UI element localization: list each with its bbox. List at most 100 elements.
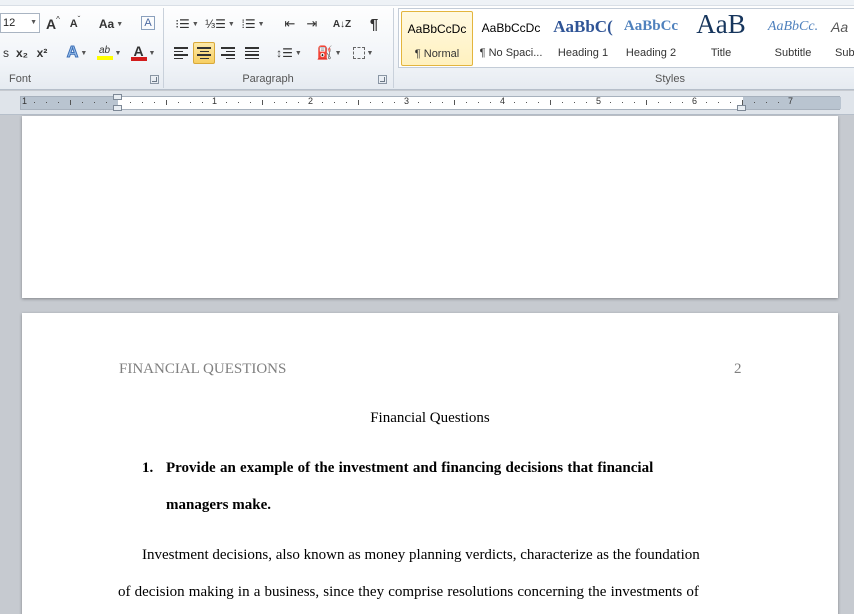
font-size-box[interactable]: 12 ▼ <box>0 13 40 33</box>
body-line-2: of decision making in a business, since … <box>118 584 699 600</box>
bullet-list-icon: ⁝☰ <box>175 17 190 31</box>
font-size-value: 12 <box>3 17 16 29</box>
ruler-half-tick <box>166 100 167 105</box>
style-title[interactable]: AaB Title <box>685 9 757 66</box>
ruler-dot <box>622 102 623 103</box>
ruler-dot <box>766 102 767 103</box>
ruler-dot <box>370 102 371 103</box>
ruler-dot <box>478 102 479 103</box>
chevron-down-icon: ▼ <box>114 49 122 57</box>
show-formatting-button[interactable]: ¶ <box>364 13 384 35</box>
strikethrough-button[interactable]: s <box>0 42 12 64</box>
grow-font-button[interactable]: A ^ <box>44 13 62 35</box>
change-case-button[interactable]: Aa ▼ <box>96 13 126 35</box>
ruler-number: 6 <box>692 96 698 106</box>
caret-up-icon: ^ <box>56 15 60 24</box>
style-heading-2[interactable]: AaBbCc Heading 2 <box>615 11 687 66</box>
align-left-icon <box>174 47 188 59</box>
chevron-down-icon[interactable]: ▼ <box>30 14 37 32</box>
page-2[interactable]: FINANCIAL QUESTIONS 2 Financial Question… <box>22 313 838 614</box>
ruler-number: 2 <box>308 96 314 106</box>
ruler-dot <box>322 102 323 103</box>
ruler-dot <box>142 102 143 103</box>
align-right-button[interactable] <box>217 42 239 64</box>
ruler-dot <box>238 102 239 103</box>
page-1-bottom[interactable] <box>22 116 838 298</box>
subscript-button[interactable]: x₂ <box>12 42 32 64</box>
shrink-font-button[interactable]: Aˇ <box>66 13 84 35</box>
ruler-dot <box>178 102 179 103</box>
ruler-half-tick <box>262 100 263 105</box>
ruler-dot <box>490 102 491 103</box>
ruler-dot <box>154 102 155 103</box>
ruler-half-tick <box>454 100 455 105</box>
ruler-dot <box>106 102 107 103</box>
chevron-down-icon: ▼ <box>80 49 88 57</box>
decrease-indent-button[interactable]: ⇤ <box>280 13 300 35</box>
text-effects-button[interactable]: A ▼ <box>62 42 92 64</box>
ruler-dot <box>562 102 563 103</box>
chevron-down-icon: ▼ <box>191 20 199 28</box>
page-number: 2 <box>734 361 742 377</box>
left-indent-marker[interactable] <box>113 105 122 111</box>
ruler-number: 5 <box>596 96 602 106</box>
line-spacing-button[interactable]: ↕☰ ▼ <box>274 42 304 64</box>
ruler-dot <box>466 102 467 103</box>
first-line-indent-marker[interactable] <box>113 94 122 100</box>
ruler-dot <box>538 102 539 103</box>
style-normal[interactable]: AaBbCcDc ¶ Normal <box>401 11 473 66</box>
font-color-swatch <box>130 57 147 61</box>
increase-indent-button[interactable]: ⇥ <box>302 13 322 35</box>
ruler-dot <box>586 102 587 103</box>
style-no-spacing[interactable]: AaBbCcDc ¶ No Spaci... <box>475 11 547 66</box>
caret-down-icon: ˇ <box>77 15 81 24</box>
ribbon-tab-strip <box>0 0 854 6</box>
ruler-dot <box>274 102 275 103</box>
bullets-button[interactable]: ⁝☰ ▼ <box>172 13 202 35</box>
superscript-button[interactable]: x² <box>32 42 52 64</box>
ruler-half-tick <box>358 100 359 105</box>
ruler-dot <box>190 102 191 103</box>
align-center-button[interactable] <box>193 42 215 64</box>
style-subtle-emphasis[interactable]: Aa Sub <box>827 11 854 66</box>
ruler-dot <box>46 102 47 103</box>
font-group-label: Font <box>8 73 31 85</box>
font-dialog-launcher[interactable] <box>150 75 159 84</box>
decrease-indent-icon: ⇤ <box>284 16 296 31</box>
style-subtitle[interactable]: AaBbCc. Subtitle <box>757 11 829 66</box>
paragraph-dialog-launcher[interactable] <box>378 75 387 84</box>
highlight-color-button[interactable]: ab ▼ <box>94 42 124 64</box>
borders-button[interactable]: ▼ <box>348 42 378 64</box>
increase-indent-icon: ⇥ <box>306 16 318 31</box>
ruler-dot <box>382 102 383 103</box>
ruler-dot <box>130 102 131 103</box>
ruler-dot <box>754 102 755 103</box>
shading-button[interactable]: ⛽ ▼ <box>314 42 344 64</box>
line-spacing-icon: ↕☰ <box>276 46 293 60</box>
multilevel-list-button[interactable]: ⁞☰ ▼ <box>238 13 268 35</box>
ruler-dot <box>82 102 83 103</box>
sort-button[interactable]: A↓Z <box>330 13 354 35</box>
horizontal-ruler[interactable]: 1 1 2 3 4 5 6 7 <box>20 96 841 110</box>
ruler-number: 3 <box>404 96 410 106</box>
clear-formatting-button[interactable]: A <box>137 12 159 34</box>
ruler-dot <box>526 102 527 103</box>
ruler-dot <box>730 102 731 103</box>
style-heading-1[interactable]: AaBbC( Heading 1 <box>547 11 619 66</box>
multilevel-list-icon: ⁞☰ <box>241 17 256 31</box>
ruler-dot <box>778 102 779 103</box>
chevron-down-icon: ▼ <box>294 49 302 57</box>
ruler-dot <box>346 102 347 103</box>
borders-icon <box>352 47 365 59</box>
right-indent-marker[interactable] <box>737 105 746 111</box>
font-color-button[interactable]: A ▼ <box>128 42 158 64</box>
justify-button[interactable] <box>241 42 263 64</box>
numbering-button[interactable]: ⅓☰ ▼ <box>204 13 236 35</box>
highlight-color-swatch <box>96 56 113 60</box>
ruler-number: 1 <box>22 96 28 106</box>
ruler-dot <box>418 102 419 103</box>
align-left-button[interactable] <box>170 42 192 64</box>
justify-icon <box>245 47 259 59</box>
ruler-number: 1 <box>212 96 218 106</box>
ruler-dot <box>658 102 659 103</box>
